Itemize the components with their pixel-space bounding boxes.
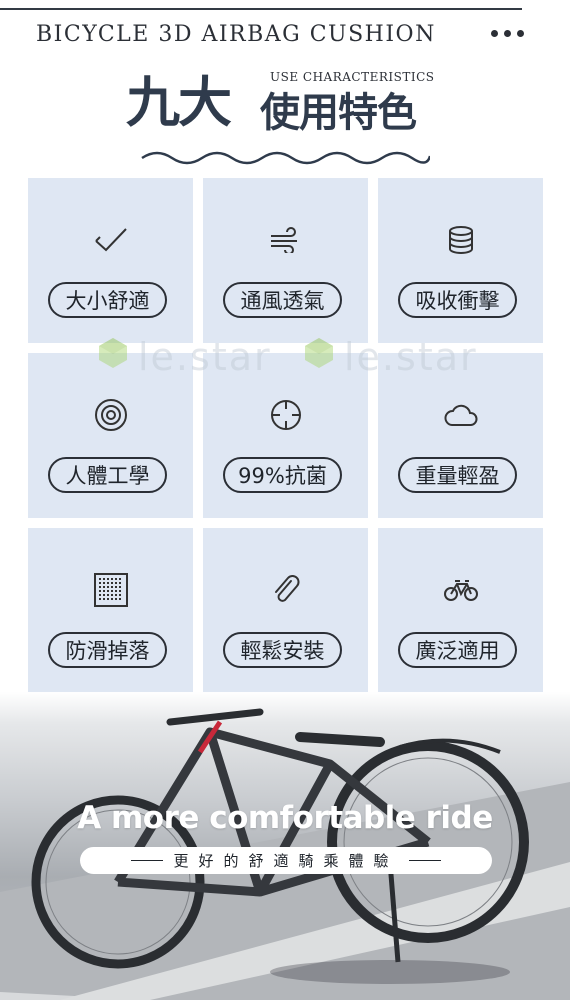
feature-label: 99%抗菌: [223, 457, 342, 493]
feature-card: 吸收衝擊: [378, 178, 543, 343]
bicycle-icon: [378, 570, 543, 610]
feature-label: 重量輕盈: [398, 457, 517, 493]
subtitle-line-left: [131, 860, 164, 861]
watermark-text: le.star: [344, 335, 478, 379]
headline-subtitle: USE CHARACTERISTICS: [270, 70, 435, 84]
crosshair-icon: [203, 395, 368, 435]
paperclip-icon: [203, 570, 368, 610]
watermark-text: le.star: [138, 335, 272, 379]
banner-tagline: A more comfortable ride: [77, 800, 493, 836]
grid-texture-icon: [28, 570, 193, 610]
feature-card: 廣泛適用: [378, 528, 543, 693]
cloud-icon: [378, 395, 543, 435]
headline-big: 九大: [126, 71, 232, 134]
feature-label: 防滑掉落: [48, 632, 167, 668]
banner-subtitle: 更好的舒適騎乘體驗: [173, 852, 399, 870]
bicycle-photo: [0, 692, 570, 1000]
brand-title: BICYCLE 3D AIRBAG CUSHION: [36, 22, 436, 47]
stack-icon: [378, 220, 543, 260]
wind-icon: [203, 220, 368, 260]
watermark-logo-icon: [305, 338, 333, 368]
feature-label: 人體工學: [48, 457, 167, 493]
headline-rest: 使用特色: [260, 90, 417, 136]
target-icon: [28, 395, 193, 435]
feature-card: 大小舒適: [28, 178, 193, 343]
feature-grid: 大小舒適 通風透氣 吸收衝擊 人體工學 99%抗菌 重量輕盈 防滑掉落 輕鬆安裝…: [28, 178, 543, 693]
feature-card: 防滑掉落: [28, 528, 193, 693]
top-divider: [0, 8, 522, 10]
feature-card: 通風透氣: [203, 178, 368, 343]
section-headline: 九大 USE CHARACTERISTICS 使用特色: [126, 68, 456, 148]
bicycle-illustration: [0, 708, 570, 1000]
feature-label: 輕鬆安裝: [223, 632, 342, 668]
feature-label: 廣泛適用: [398, 632, 517, 668]
feature-label: 大小舒適: [48, 282, 167, 318]
check-icon: [28, 220, 193, 260]
subtitle-line-right: [408, 860, 441, 861]
more-options-icon[interactable]: [491, 30, 524, 37]
watermark-logo-icon: [99, 338, 127, 368]
feature-label: 通風透氣: [223, 282, 342, 318]
wave-divider-icon: [141, 151, 430, 165]
feature-label: 吸收衝擊: [398, 282, 517, 318]
feature-card: 輕鬆安裝: [203, 528, 368, 693]
banner-subtitle-pill: 更好的舒適騎乘體驗: [80, 847, 492, 874]
